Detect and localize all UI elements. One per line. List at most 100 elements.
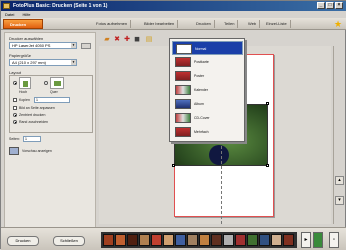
calendar-icon [175, 85, 191, 95]
layout-toolbar: ▰ ✖ ✚ ◼ ▤ [99, 34, 175, 46]
photo-thumbnail[interactable] [151, 234, 162, 246]
menu-file[interactable]: Datei [5, 12, 14, 17]
photo-thumbnail[interactable] [223, 234, 234, 246]
multi-icon [175, 127, 191, 137]
zoom-in-icon[interactable]: ▴ [335, 176, 344, 185]
tab-share[interactable]: Teilen [221, 20, 239, 28]
resize-handle[interactable] [266, 164, 269, 167]
tab-print-active[interactable]: Drucken [3, 19, 43, 29]
tab-capture[interactable]: Fotos aufnehmen [93, 20, 132, 28]
menu-bar: Datei Hilfe [1, 11, 346, 18]
photo-thumbnail[interactable] [103, 234, 114, 246]
title-bar: FotoPlus Basic: Drucken (Seite 1 von 1) … [1, 1, 346, 11]
printer-value: HP LaserJet 4050 PS [12, 43, 51, 48]
print-button[interactable]: Drucken [7, 236, 39, 246]
layout-option-label: Poster [194, 74, 205, 78]
strip-scroll-right-icon[interactable]: ▸ [301, 232, 311, 248]
printer-label: Drucker auswählen [9, 36, 44, 41]
portrait-radio[interactable] [13, 81, 17, 85]
tab-print[interactable]: Drucken [193, 20, 215, 28]
photo-thumbnail[interactable] [115, 234, 126, 246]
photo-ball [209, 145, 229, 165]
tab-web[interactable]: Web [245, 20, 261, 28]
photo-thumbnail[interactable] [139, 234, 150, 246]
photo-thumbnail[interactable] [259, 234, 270, 246]
portrait-icon [19, 77, 31, 89]
photo-thumbnail[interactable] [127, 234, 138, 246]
paper-value: A4 (210 x 297 mm) [12, 60, 47, 65]
printer-select[interactable]: HP LaserJet 4050 PS ▼ [9, 42, 77, 49]
delete-icon[interactable]: ✖ [113, 36, 121, 44]
fit-label: Bild an Seite anpassen [19, 106, 55, 110]
menu-help[interactable]: Hilfe [22, 12, 30, 17]
layout-option-label: Normal [195, 47, 207, 51]
layout-option-calendar[interactable]: Kalender [172, 83, 243, 97]
pages-label: Seiten: [9, 137, 20, 141]
landscape-radio[interactable] [44, 81, 48, 85]
print-settings-panel: Drucker auswählen HP LaserJet 4050 PS ▼ … [4, 32, 96, 228]
photo-thumbnail[interactable] [235, 234, 246, 246]
landscape-label: Quer [50, 90, 58, 94]
normal-layout-icon [176, 44, 192, 54]
layout-group: Hoch Quer Kopien 1 Bild an Seite anpasse… [9, 75, 93, 133]
poster-icon [175, 71, 191, 81]
layout-option-album[interactable]: Album [172, 97, 243, 111]
photo-thumbnail[interactable] [187, 234, 198, 246]
resize-handle[interactable] [266, 102, 269, 105]
close-window-button[interactable]: × [335, 2, 343, 9]
photo-thumbnail[interactable] [211, 234, 222, 246]
frame-icon[interactable]: ▤ [145, 36, 153, 44]
layout-option-multi[interactable]: Mehrfach [172, 125, 243, 139]
printer-properties-button[interactable] [81, 43, 91, 49]
layout-dropdown-menu: Normal Postkarte Poster Kalender Album C… [169, 38, 245, 142]
album-icon [175, 99, 191, 109]
photo-thumbnail[interactable] [247, 234, 258, 246]
chevron-down-icon: ▼ [71, 43, 76, 48]
layout-option-label: CD-Cover [194, 116, 210, 120]
photo-thumbnail[interactable] [283, 234, 294, 246]
photo-thumbnail[interactable] [175, 234, 186, 246]
paper-select[interactable]: A4 (210 x 297 mm) ▼ [9, 59, 77, 66]
chevron-down-icon: ▼ [71, 60, 76, 65]
favorite-star-icon[interactable]: ★ [333, 19, 343, 29]
copies-label: Kopien [19, 98, 30, 102]
app-window: FotoPlus Basic: Drucken (Seite 1 von 1) … [0, 0, 346, 250]
photo-thumbnail[interactable] [163, 234, 174, 246]
right-toolbar: ▴ ▾ [333, 46, 345, 224]
cd-cover-icon [175, 113, 191, 123]
layout-option-label: Postkarte [194, 60, 209, 64]
layout-option-cd-cover[interactable]: CD-Cover [172, 111, 243, 125]
copies-input[interactable]: 1 [34, 97, 70, 103]
layout-option-normal[interactable]: Normal [172, 41, 243, 55]
open-icon[interactable]: ▰ [103, 36, 111, 44]
portrait-label: Hoch [19, 90, 28, 94]
layout-option-postcard[interactable]: Postkarte [172, 55, 243, 69]
zoom-out-icon[interactable]: ▾ [335, 196, 344, 205]
copies-checkbox[interactable] [13, 98, 17, 102]
add-icon[interactable]: ✚ [123, 36, 131, 44]
thumbnail-strip [101, 232, 297, 248]
center-radio[interactable] [13, 113, 17, 117]
thumbnail-selected[interactable] [313, 232, 323, 248]
layout-option-label: Kalender [194, 88, 209, 92]
minimize-button[interactable]: _ [317, 2, 325, 9]
strip-scroll-end-icon[interactable]: ▫ [329, 232, 339, 248]
layout-option-poster[interactable]: Poster [172, 69, 243, 83]
crop-radio[interactable] [13, 120, 17, 124]
bottom-bar: Drucken Schließen ▸ ▫ [1, 227, 346, 250]
tab-edit[interactable]: Bilder bearbeiten [141, 20, 179, 28]
pages-input[interactable]: 1 [23, 136, 41, 142]
text-icon[interactable]: ◼ [133, 36, 141, 44]
photo-thumbnail[interactable] [271, 234, 282, 246]
layout-option-label: Mehrfach [194, 130, 209, 134]
resize-handle[interactable] [172, 164, 175, 167]
tab-bar: Drucken Fotos aufnehmen Bilder bearbeite… [1, 18, 346, 30]
tab-list[interactable]: Einzel-Liste [263, 20, 291, 28]
maximize-button[interactable]: □ [326, 2, 334, 9]
close-button[interactable]: Schließen [53, 236, 85, 246]
preview-label[interactable]: Vorschau anzeigen [22, 149, 52, 153]
fit-checkbox[interactable] [13, 106, 17, 110]
paper-label: Papiergröße [9, 53, 32, 58]
photo-thumbnail[interactable] [199, 234, 210, 246]
window-title: FotoPlus Basic: Drucken (Seite 1 von 1) [13, 3, 108, 9]
